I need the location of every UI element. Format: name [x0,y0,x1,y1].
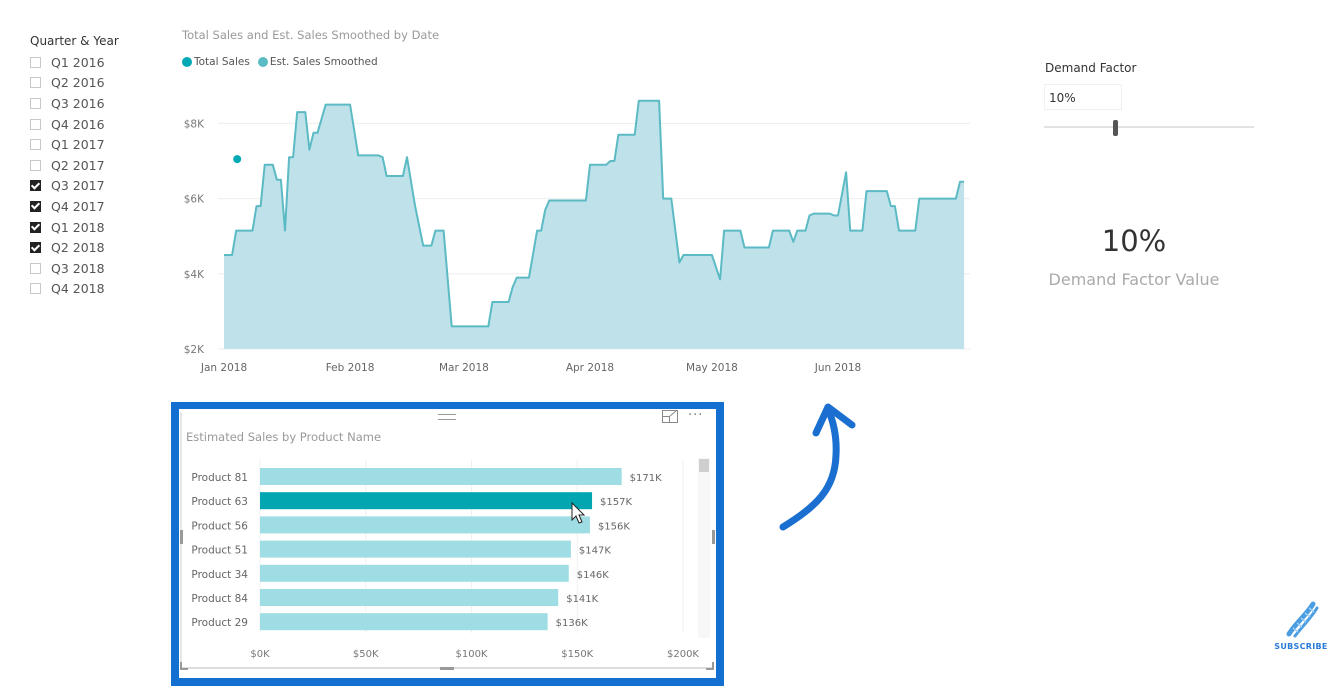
total-sales-point[interactable] [233,155,242,164]
data-label: $136K [556,618,588,629]
bar[interactable] [260,540,571,558]
category-label: Product 51 [191,545,248,557]
demand-factor-card-label: Demand Factor Value [1048,270,1220,289]
dna-icon [1286,601,1319,638]
slicer-item-label: Q4 2017 [51,198,105,214]
data-label: $141K [566,594,598,605]
x-tick-label: Feb 2018 [326,362,375,374]
data-label: $146K [577,570,609,581]
est-sales-smoothed-area [224,100,965,349]
slicer-item[interactable]: Q4 2016 [30,114,160,135]
y-tick-label: $8K [184,118,205,130]
checkbox-unchecked[interactable] [30,56,41,68]
slicer-item-label: Q2 2016 [51,75,105,91]
checkbox-unchecked[interactable] [30,139,41,151]
category-label: Product 63 [191,496,248,508]
bar[interactable] [260,516,590,534]
x-tick-label: $150K [561,649,593,660]
demand-factor-title: Demand Factor [1045,61,1137,75]
resize-handle-right[interactable] [712,530,715,544]
data-label: $157K [600,497,632,508]
data-label: $156K [598,521,630,532]
slicer-item[interactable]: Q4 2018 [30,279,160,300]
x-tick-label: $50K [353,649,379,660]
checkbox-unchecked[interactable] [30,262,41,274]
category-label: Product 56 [191,520,248,532]
checkbox-checked[interactable] [30,242,41,254]
bar[interactable] [260,589,559,606]
y-tick-label: $4K [184,269,205,281]
slicer-item[interactable]: Q2 2017 [30,155,160,176]
category-label: Product 34 [191,569,248,581]
x-tick-label: $100K [455,649,487,660]
slicer-item-label: Q1 2017 [51,137,105,153]
data-label: $171K [630,473,662,484]
bar[interactable] [260,468,622,485]
x-tick-label: Apr 2018 [566,362,614,374]
demand-factor-input[interactable]: 10% [1044,84,1122,110]
slicer-item[interactable]: Q3 2016 [30,93,160,114]
y-tick-label: $6K [184,194,205,206]
checkbox-unchecked[interactable] [30,118,41,130]
category-label: Product 81 [191,472,248,484]
checkbox-unchecked[interactable] [30,77,41,89]
quarter-year-slicer: Quarter & Year Q1 2016 Q2 2016 Q3 2016 Q4 2… [30,34,160,299]
bar-chart-scrollbar[interactable] [698,458,710,638]
scrollbar-thumb[interactable] [699,459,709,472]
slicer-item[interactable]: Q1 2017 [30,134,160,155]
checkbox-unchecked[interactable] [30,159,41,171]
slicer-item[interactable]: Q3 2018 [30,258,160,279]
slicer-item-label: Q2 2017 [51,157,105,173]
slicer-item[interactable]: Q2 2016 [30,73,160,94]
x-tick-label: Mar 2018 [439,362,489,374]
slider-thumb[interactable] [1113,120,1119,136]
checkbox-checked[interactable] [30,180,41,192]
y-tick-label: $2K [184,344,205,356]
bar[interactable] [260,613,548,631]
slicer-item-label: Q1 2016 [51,54,105,70]
checkbox-checked[interactable] [30,200,41,212]
slicer-title: Quarter & Year [30,34,119,48]
slicer-item-label: Q3 2016 [51,95,105,111]
bar[interactable] [260,564,569,582]
slicer-item-label: Q4 2016 [51,116,105,132]
checkbox-unchecked[interactable] [30,283,41,295]
slicer-item-label: Q3 2018 [51,260,105,276]
category-label: Product 84 [191,593,248,605]
resize-handle-bottom[interactable] [440,667,454,670]
resize-handle-left[interactable] [180,530,183,544]
bar[interactable] [260,492,593,510]
slicer-item[interactable]: Q1 2018 [30,217,160,238]
annotation-arrow-icon [779,403,856,531]
slicer-item[interactable]: Q2 2018 [30,237,160,258]
checkbox-unchecked[interactable] [30,97,41,109]
slider-track[interactable] [1044,126,1254,128]
demand-factor-card-value: 10% [1101,224,1167,258]
sales-line-chart[interactable]: $2K $4K $6K $8K Jan 2018 Feb 2018 Mar 2018 Apr … [170,22,980,387]
slicer-item[interactable]: Q3 2017 [30,176,160,197]
subscribe-label: SUBSCRIBE [1274,642,1328,651]
demand-factor-slider[interactable] [1044,120,1254,136]
category-label: Product 29 [191,617,248,629]
subscribe-badge[interactable]: SUBSCRIBE [1270,600,1332,655]
slicer-item[interactable]: Q4 2017 [30,196,160,217]
slicer-item-label: Q2 2018 [51,240,105,256]
x-tick-label: $200K [667,649,699,660]
checkbox-checked[interactable] [30,221,41,233]
product-bar-chart[interactable]: $0K $50K $100K $150K $200K Product 81 $171K Pro… [179,409,716,678]
x-tick-label: May 2018 [686,362,738,374]
slicer-item[interactable]: Q1 2016 [30,52,160,73]
slicer-item-label: Q3 2017 [51,178,105,194]
data-label: $147K [579,546,611,557]
x-tick-label: Jan 2018 [200,362,247,374]
x-tick-label: $0K [250,649,270,660]
slicer-item-label: Q1 2018 [51,219,105,235]
x-tick-label: Jun 2018 [814,362,861,374]
slicer-item-label: Q4 2018 [51,281,105,297]
